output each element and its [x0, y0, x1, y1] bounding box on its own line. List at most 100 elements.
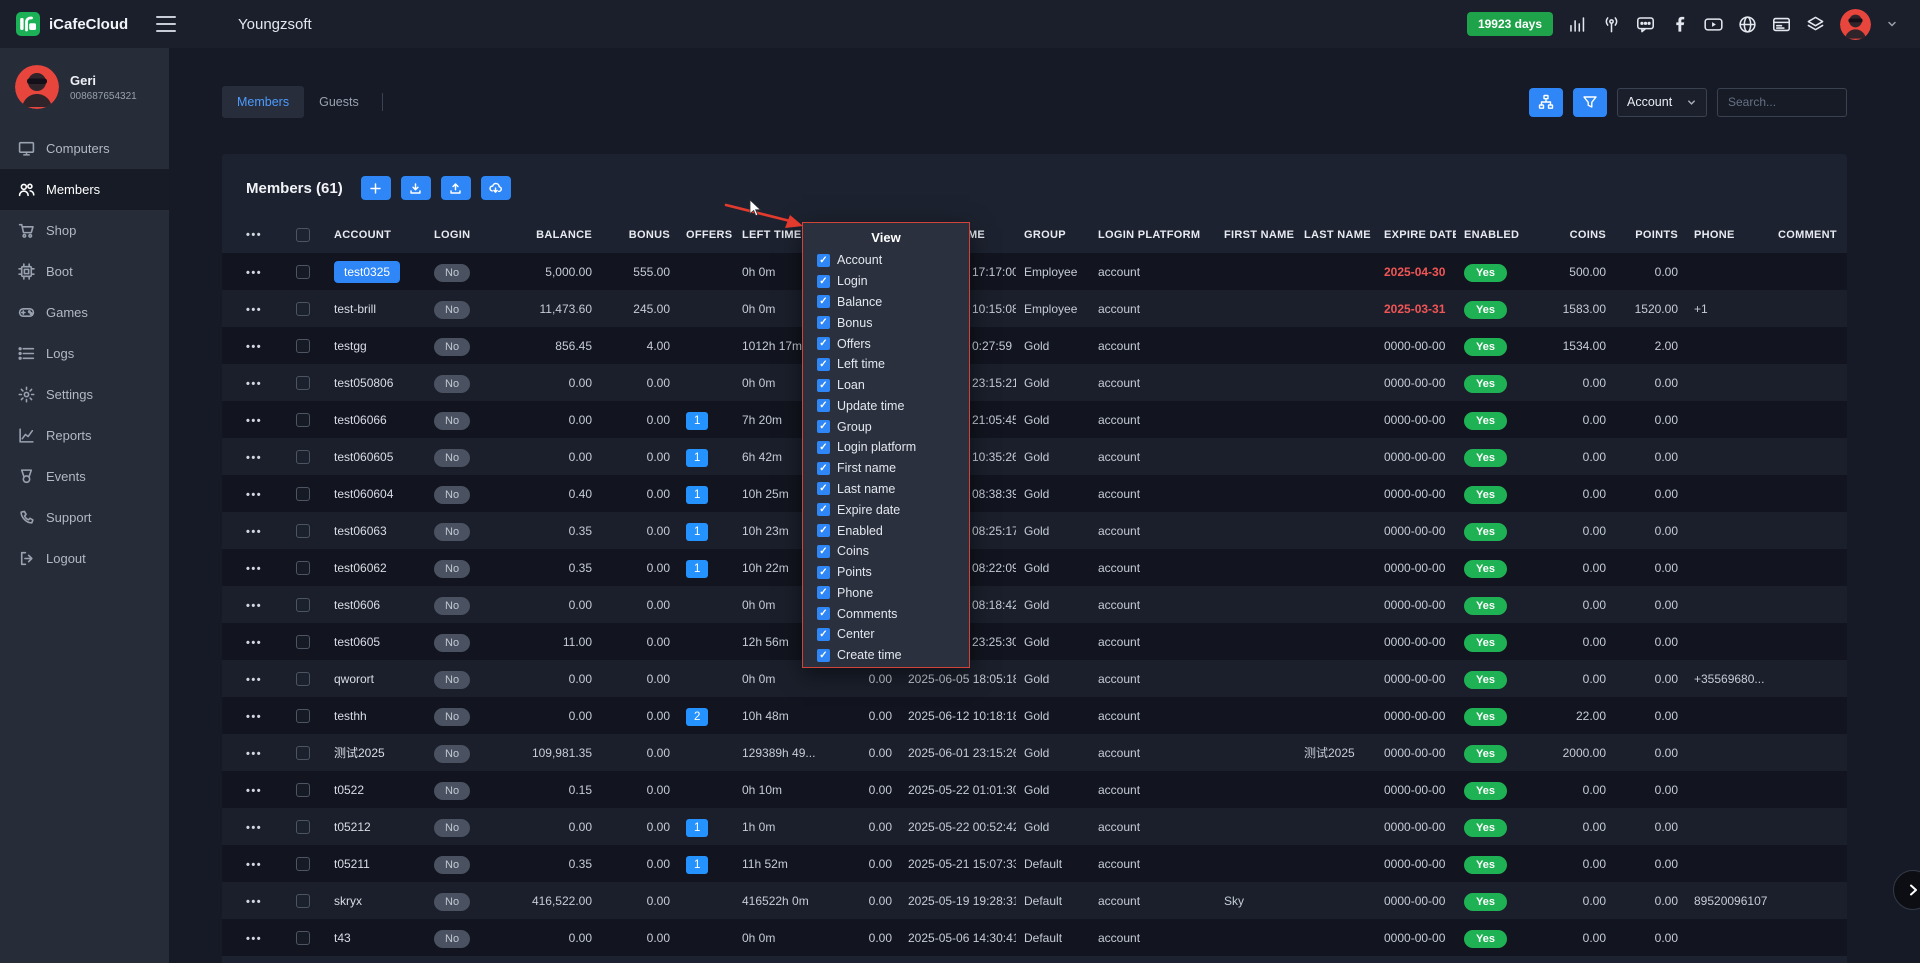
- cell-enabled[interactable]: Yes: [1456, 623, 1532, 660]
- row-actions-icon[interactable]: •••: [246, 600, 262, 612]
- row-checkbox[interactable]: [296, 524, 310, 538]
- row-actions-icon[interactable]: •••: [246, 822, 262, 834]
- row-checkbox[interactable]: [296, 672, 310, 686]
- column-header-login[interactable]: LOGIN: [426, 216, 512, 253]
- sitemap-button[interactable]: [1529, 88, 1563, 117]
- checkbox-checked-icon[interactable]: ✓: [817, 441, 830, 454]
- cell-enabled[interactable]: Yes: [1456, 290, 1532, 327]
- profile-avatar[interactable]: [15, 65, 59, 109]
- view-option-login[interactable]: ✓Login: [803, 271, 969, 292]
- cell-actions[interactable]: •••: [222, 586, 288, 623]
- cell-actions[interactable]: •••: [222, 549, 288, 586]
- column-header-select[interactable]: [288, 216, 326, 253]
- cell-account[interactable]: testhh: [326, 697, 426, 734]
- account-link[interactable]: test050806: [334, 376, 393, 390]
- row-actions-icon[interactable]: •••: [246, 341, 262, 353]
- view-option-phone[interactable]: ✓Phone: [803, 583, 969, 604]
- cell-enabled[interactable]: Yes: [1456, 586, 1532, 623]
- row-checkbox[interactable]: [296, 820, 310, 834]
- row-checkbox[interactable]: [296, 450, 310, 464]
- column-header-coins[interactable]: COINS: [1532, 216, 1614, 253]
- account-link[interactable]: test06066: [334, 413, 387, 427]
- account-filter-select[interactable]: Account: [1617, 88, 1707, 117]
- enabled-badge[interactable]: Yes: [1464, 264, 1507, 282]
- cell-account[interactable]: test06062: [326, 549, 426, 586]
- cell-account[interactable]: test0605: [326, 623, 426, 660]
- cell-select[interactable]: [288, 253, 326, 290]
- avatar-chevron-down-icon[interactable]: [1886, 18, 1898, 30]
- column-header-last-name[interactable]: LAST NAME: [1296, 216, 1376, 253]
- row-actions-icon[interactable]: •••: [246, 563, 262, 575]
- sidebar-item-games[interactable]: Games: [0, 292, 169, 333]
- select-all-checkbox[interactable]: [296, 228, 310, 242]
- checkbox-checked-icon[interactable]: ✓: [817, 379, 830, 392]
- cell-enabled[interactable]: Yes: [1456, 512, 1532, 549]
- cell-select[interactable]: [288, 549, 326, 586]
- row-actions-icon[interactable]: •••: [246, 674, 262, 686]
- column-header-offers[interactable]: OFFERS: [678, 216, 734, 253]
- account-link[interactable]: test06062: [334, 561, 387, 575]
- enabled-badge[interactable]: Yes: [1464, 708, 1507, 726]
- cell-enabled[interactable]: Yes: [1456, 253, 1532, 290]
- row-actions-icon[interactable]: •••: [246, 304, 262, 316]
- row-actions-icon[interactable]: •••: [246, 267, 262, 279]
- cell-account[interactable]: test06066: [326, 401, 426, 438]
- view-option-expire-date[interactable]: ✓Expire date: [803, 499, 969, 520]
- view-option-first-name[interactable]: ✓First name: [803, 458, 969, 479]
- cell-enabled[interactable]: Yes: [1456, 697, 1532, 734]
- checkbox-checked-icon[interactable]: ✓: [817, 337, 830, 350]
- checkbox-checked-icon[interactable]: ✓: [817, 586, 830, 599]
- cell-account[interactable]: t05211: [326, 845, 426, 882]
- sidebar-item-events[interactable]: Events: [0, 456, 169, 497]
- column-header-enabled[interactable]: ENABLED: [1456, 216, 1532, 253]
- tab-guests[interactable]: Guests: [304, 86, 374, 118]
- checkbox-checked-icon[interactable]: ✓: [817, 275, 830, 288]
- view-option-comments[interactable]: ✓Comments: [803, 603, 969, 624]
- cell-enabled[interactable]: Yes: [1456, 771, 1532, 808]
- row-actions-icon[interactable]: •••: [246, 785, 262, 797]
- cell-select[interactable]: [288, 919, 326, 956]
- account-link[interactable]: t05212: [334, 820, 371, 834]
- account-link[interactable]: t0522: [334, 783, 364, 797]
- account-link[interactable]: skryx: [334, 894, 362, 908]
- cell-select[interactable]: [288, 808, 326, 845]
- checkbox-checked-icon[interactable]: ✓: [817, 254, 830, 267]
- checkbox-checked-icon[interactable]: ✓: [817, 399, 830, 412]
- sidebar-item-settings[interactable]: Settings: [0, 374, 169, 415]
- cell-select[interactable]: [288, 660, 326, 697]
- search-input[interactable]: [1717, 88, 1847, 117]
- user-avatar[interactable]: [1840, 9, 1871, 40]
- checkbox-checked-icon[interactable]: ✓: [817, 358, 830, 371]
- brand[interactable]: iCafeCloud: [0, 11, 150, 37]
- column-header-account[interactable]: ACCOUNT: [326, 216, 426, 253]
- checkbox-checked-icon[interactable]: ✓: [817, 503, 830, 516]
- account-link[interactable]: 测试2025: [334, 746, 385, 760]
- cell-actions[interactable]: •••: [222, 882, 288, 919]
- cloud-download-button[interactable]: [481, 176, 511, 200]
- checkbox-checked-icon[interactable]: ✓: [817, 649, 830, 662]
- cell-account[interactable]: test0606: [326, 586, 426, 623]
- stats-icon[interactable]: [1568, 15, 1587, 34]
- layers-icon[interactable]: [1806, 15, 1825, 34]
- cell-select[interactable]: [288, 401, 326, 438]
- sidebar-item-boot[interactable]: Boot: [0, 251, 169, 292]
- cell-actions[interactable]: •••: [222, 327, 288, 364]
- view-option-balance[interactable]: ✓Balance: [803, 292, 969, 313]
- checkbox-checked-icon[interactable]: ✓: [817, 295, 830, 308]
- row-checkbox[interactable]: [296, 265, 310, 279]
- view-option-center[interactable]: ✓Center: [803, 624, 969, 645]
- sidebar-item-computers[interactable]: Computers: [0, 128, 169, 169]
- globe-icon[interactable]: [1738, 15, 1757, 34]
- cell-select[interactable]: [288, 771, 326, 808]
- row-actions-icon[interactable]: •••: [246, 896, 262, 908]
- view-option-login-platform[interactable]: ✓Login platform: [803, 437, 969, 458]
- cell-select[interactable]: [288, 845, 326, 882]
- cell-account[interactable]: test-brill: [326, 290, 426, 327]
- account-button[interactable]: test0325: [334, 261, 400, 283]
- cell-account[interactable]: test0325: [326, 253, 426, 290]
- cell-actions[interactable]: •••: [222, 475, 288, 512]
- cell-enabled[interactable]: Yes: [1456, 364, 1532, 401]
- row-actions-icon[interactable]: •••: [246, 748, 262, 760]
- enabled-badge[interactable]: Yes: [1464, 338, 1507, 356]
- row-actions-icon[interactable]: •••: [246, 859, 262, 871]
